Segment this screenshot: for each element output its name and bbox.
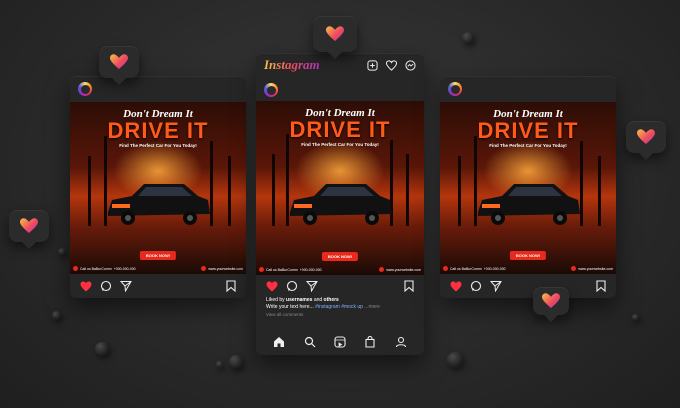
phone-label: Call us BaBurComm <box>80 266 112 271</box>
caption: Write your text here... #instagram #mock… <box>266 304 380 310</box>
shop-icon[interactable] <box>364 336 376 348</box>
comment-icon[interactable] <box>470 280 482 292</box>
heart-icon[interactable] <box>266 281 278 292</box>
search-icon[interactable] <box>304 336 316 348</box>
globe-icon <box>571 266 577 271</box>
phone-number: +000-000-000 <box>299 267 322 272</box>
reels-icon[interactable] <box>334 336 346 348</box>
heart-icon <box>542 293 560 309</box>
caption-hashtags[interactable]: #instagram #mock up <box>315 304 363 310</box>
post-actions <box>440 276 616 296</box>
book-now-button[interactable]: BOOK NOW! <box>321 252 359 261</box>
heart-icon <box>110 54 128 70</box>
avatar[interactable] <box>264 83 278 97</box>
bookmark-icon[interactable] <box>596 280 606 292</box>
post-subline: Find The Perfect Car For You Today! <box>301 142 379 147</box>
instagram-logo: Instagram <box>264 57 320 72</box>
phone-number: +000-000-000 <box>483 266 506 271</box>
website: www.yourwebsite.com <box>386 267 421 272</box>
post-headline: DRIVE IT <box>289 117 391 142</box>
heart-icon <box>326 26 344 42</box>
heart-bubble <box>313 16 357 52</box>
decor-sphere <box>632 314 639 321</box>
heart-icon <box>20 218 38 234</box>
decor-sphere <box>462 32 474 44</box>
share-icon[interactable] <box>306 280 318 292</box>
post-image[interactable]: Don't Dream It DRIVE IT Find The Perfect… <box>256 101 424 275</box>
website: www.yourwebsite.com <box>208 266 243 271</box>
app-header: Instagram <box>256 53 424 77</box>
phone-icon <box>259 267 264 272</box>
bookmark-icon[interactable] <box>404 280 414 292</box>
post-card-left: Don't Dream It DRIVE IT Find The Perfect… <box>70 76 246 298</box>
avatar[interactable] <box>78 82 92 96</box>
post-image[interactable]: Don't Dream It DRIVE IT Find The Perfect… <box>440 102 616 274</box>
view-comments-link[interactable]: View all comments <box>266 311 303 318</box>
liked-by-user[interactable]: usernames <box>286 297 312 303</box>
activity-heart-icon[interactable] <box>386 59 397 71</box>
post-actions <box>256 276 424 296</box>
globe-icon <box>201 266 207 271</box>
post-header <box>256 77 424 103</box>
comment-icon[interactable] <box>100 280 112 292</box>
car-image <box>478 183 580 225</box>
caption-more[interactable]: ...more <box>364 304 380 310</box>
post-footer: Call us BaBurComm +000-000-000 www.yourwe… <box>443 266 613 271</box>
post-actions <box>70 276 246 296</box>
heart-icon[interactable] <box>80 281 92 292</box>
globe-icon <box>379 267 385 272</box>
post-subline: Find The Perfect Car For You Today! <box>489 143 567 148</box>
book-now-button[interactable]: BOOK NOW! <box>509 251 547 260</box>
website: www.yourwebsite.com <box>578 266 613 271</box>
heart-bubble <box>9 210 49 242</box>
post-footer: Call us BaBurComm +000-000-000 www.yourwe… <box>259 267 421 272</box>
post-card-right: Don't Dream It DRIVE IT Find The Perfect… <box>440 76 616 298</box>
share-icon[interactable] <box>490 280 502 292</box>
avatar[interactable] <box>448 82 462 96</box>
liked-by: Liked by usernames and others <box>266 297 339 303</box>
decor-sphere <box>52 311 61 320</box>
car-image <box>290 183 392 225</box>
heart-bubble <box>99 46 139 78</box>
heart-icon[interactable] <box>450 281 462 292</box>
book-now-button[interactable]: BOOK NOW! <box>139 251 177 260</box>
bookmark-icon[interactable] <box>226 280 236 292</box>
comment-icon[interactable] <box>286 280 298 292</box>
phone-label: Call us BaBurComm <box>450 266 482 271</box>
post-header <box>440 76 616 102</box>
post-image[interactable]: Don't Dream It DRIVE IT Find The Perfect… <box>70 102 246 274</box>
phone-number: +000-000-000 <box>113 266 136 271</box>
decor-sphere <box>447 352 463 368</box>
share-icon[interactable] <box>120 280 132 292</box>
add-post-icon[interactable] <box>367 59 378 71</box>
decor-sphere <box>229 355 243 369</box>
decor-sphere <box>216 361 223 368</box>
decor-sphere <box>95 342 109 356</box>
post-subline: Find The Perfect Car For You Today! <box>119 143 197 148</box>
profile-icon[interactable] <box>395 336 407 348</box>
bottom-nav <box>264 331 416 353</box>
heart-bubble <box>533 287 569 315</box>
instagram-phone: Instagram Don't Dream It DRIVE IT Find T… <box>256 53 424 355</box>
post-headline: DRIVE IT <box>107 118 209 143</box>
decor-sphere <box>58 248 66 256</box>
heart-icon <box>637 129 655 145</box>
home-icon[interactable] <box>273 336 285 348</box>
post-headline: DRIVE IT <box>477 118 579 143</box>
car-image <box>108 183 210 225</box>
phone-icon <box>73 266 78 271</box>
phone-label: Call us BaBurComm <box>266 267 298 272</box>
heart-bubble <box>626 121 666 153</box>
post-header <box>70 76 246 102</box>
phone-icon <box>443 266 448 271</box>
messenger-icon[interactable] <box>405 59 416 71</box>
post-footer: Call us BaBurComm +000-000-000 www.yourwe… <box>73 266 243 271</box>
